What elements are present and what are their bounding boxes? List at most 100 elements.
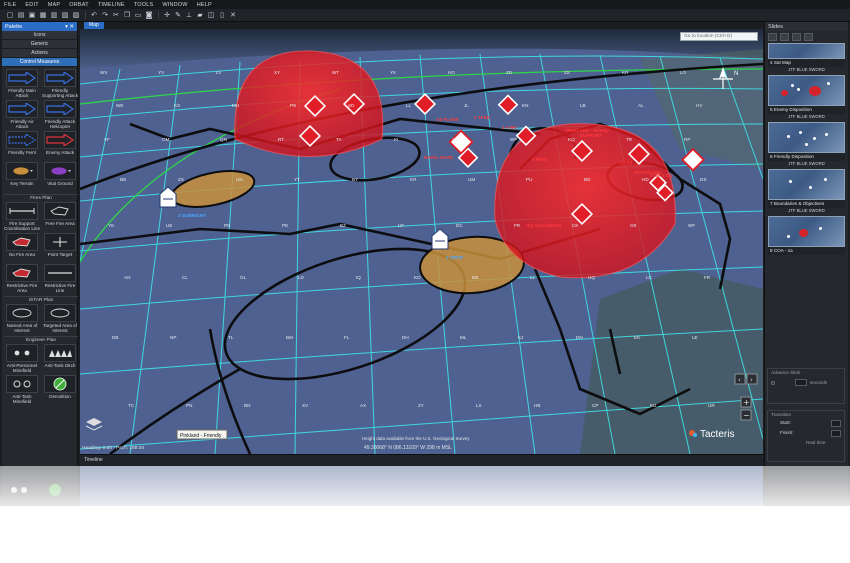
present-slide-button[interactable] <box>804 33 813 41</box>
duplicate-slide-button[interactable] <box>780 33 789 41</box>
map-tab[interactable]: Map <box>84 22 104 29</box>
grid-cell-label: LL <box>406 103 412 108</box>
menu-tools[interactable]: TOOLS <box>134 2 154 8</box>
print-icon[interactable]: ▥ <box>50 11 58 19</box>
unit-label[interactable]: AZ FLANK <box>436 117 460 122</box>
unit-label[interactable]: HQ SQUADRON <box>526 223 562 228</box>
grid-cell-label: AX <box>360 403 366 408</box>
menu-window[interactable]: WINDOW <box>162 2 187 8</box>
grid-cell-label: LD <box>298 275 305 280</box>
unit-label[interactable]: 1 TAKE <box>474 115 490 120</box>
grid-cell-label: LE <box>692 335 698 340</box>
slide-item[interactable]: 4 Sat Map JTF BLUE SWORD <box>768 43 845 73</box>
slide-item[interactable]: 7 Boundaries & Objectives JTF BLUE SWORD <box>768 169 845 214</box>
move-icon[interactable]: ✛ <box>163 11 171 19</box>
measure-icon[interactable]: ⟂ <box>185 11 193 19</box>
transition-group: Transition Start: Finish: Real time <box>767 410 845 462</box>
palette-item-label: Anti-Tank Ditch <box>44 363 76 368</box>
slide-toolbar <box>765 31 848 43</box>
timeline-tab[interactable]: Timeline <box>84 457 103 463</box>
section-engineer-plan: Engineer Plan <box>4 336 78 343</box>
palette-item-helicopter-attack[interactable]: Friendly Attack Helicopter <box>42 100 78 130</box>
palette-item-demolition[interactable]: Demolition <box>42 375 78 405</box>
grid-cell-label: LL <box>530 275 536 280</box>
slide-thumbnail <box>768 169 845 200</box>
capture-slide-button[interactable] <box>792 33 801 41</box>
palette-item-restrictive-fire-area[interactable]: Restrictive Fire Area <box>4 264 40 294</box>
unit-label[interactable]: NAVAL BASE <box>424 155 453 160</box>
palette-item-tai[interactable]: Targeted Area of Interest <box>42 304 78 334</box>
slide-number: 5 <box>770 107 773 112</box>
palette-item-label: Key Terrain <box>10 181 34 186</box>
palette-item-air-attack[interactable]: Friendly Air Attack <box>4 100 40 130</box>
slide-item[interactable]: 5 Enemy Disposition JTF BLUE SWORD <box>768 75 845 120</box>
camera-icon[interactable]: ◙ <box>145 11 153 19</box>
fullscreen-icon[interactable]: ▯ <box>218 11 226 19</box>
copy-icon[interactable]: ❐ <box>123 11 131 19</box>
realtime-option[interactable]: Real time <box>768 437 844 445</box>
unit-label[interactable]: 6 BRIG <box>532 157 548 162</box>
advance-radio[interactable] <box>771 380 775 385</box>
palette-item-restrictive-fire-line[interactable]: Restrictive Fire Line <box>42 264 78 294</box>
finish-label: Finish: <box>780 430 794 435</box>
palette-item-fscl[interactable]: Fire Support Coordination Line <box>4 202 40 232</box>
palette-item-free-fire-area[interactable]: Free Fire Area <box>42 202 78 232</box>
menu-edit[interactable]: EDIT <box>25 2 38 8</box>
menu-timeline[interactable]: TIMELINE <box>98 2 125 8</box>
unit-label[interactable]: 1-4 BN <box>502 125 517 130</box>
close-icon[interactable]: ✕ <box>229 11 237 19</box>
finish-input[interactable] <box>831 430 841 437</box>
palette-item-enemy-attack[interactable]: Enemy Attack <box>42 131 78 161</box>
add-slide-button[interactable] <box>768 33 777 41</box>
unit-label[interactable]: 13 PZ <box>620 160 632 165</box>
save-icon[interactable]: ▣ <box>28 11 36 19</box>
grid-cell-label: AL <box>638 103 644 108</box>
export-icon[interactable]: ▧ <box>61 11 69 19</box>
layer-icon[interactable]: ▰ <box>196 11 204 19</box>
zoom-icon[interactable]: ◫ <box>207 11 215 19</box>
menu-help[interactable]: HELP <box>197 2 212 8</box>
palette-item-nai[interactable]: Named Area of Interest <box>4 304 40 334</box>
cut-icon[interactable]: ✂ <box>112 11 120 19</box>
palette-item-supporting-attack[interactable]: Friendly Supporting Attack <box>42 69 78 99</box>
unit-label[interactable]: 3 SUBRIGHT <box>178 213 206 218</box>
save-as-icon[interactable]: ▦ <box>39 11 47 19</box>
palette-item-ap-minefield[interactable]: Anti-Personnel Minefield <box>4 344 40 374</box>
palette-item-feint[interactable]: Friendly Feint <box>4 131 40 161</box>
import-icon[interactable]: ▨ <box>72 11 80 19</box>
menu-orbat[interactable]: ORBAT <box>69 2 89 8</box>
grid-cell-label: XV <box>302 403 309 408</box>
menu-file[interactable]: FILE <box>4 2 16 8</box>
palette-tab-actions[interactable]: Actions <box>2 49 77 58</box>
map-canvas[interactable]: N WV YV LV XY WT YK HG ZD ZS KR LOWE KS MU PS SD LL JL KN… <box>80 29 763 454</box>
redo-icon[interactable]: ↷ <box>101 11 109 19</box>
palette-item-point-target[interactable]: Point Target <box>42 233 78 263</box>
unit-label[interactable]: 2 SWAP <box>446 255 463 260</box>
slide-caption: 8 COA - 1a <box>768 247 845 255</box>
palette-tab-control-measures[interactable]: Control Measures <box>2 58 77 67</box>
grid-cell-label: YV <box>158 70 165 75</box>
palette-tab-generic[interactable]: Generic <box>2 40 77 49</box>
palette-item-at-ditch[interactable]: Anti-Tank Ditch <box>42 344 78 374</box>
open-icon[interactable]: ▤ <box>17 11 25 19</box>
undo-icon[interactable]: ↶ <box>90 11 98 19</box>
slide-item[interactable]: 8 COA - 1a <box>768 216 845 255</box>
palette-pin-icon[interactable]: ▾ ✕ <box>65 24 74 30</box>
palette-item-vital-ground[interactable]: Vital Ground <box>42 162 78 192</box>
palette-item-main-attack[interactable]: Friendly Main Attack <box>4 69 40 99</box>
unit-label[interactable]: 3 OR 1 SQ <box>650 173 673 178</box>
slide-item[interactable]: 6 Friendly Disposition JTF BLUE SWORD <box>768 122 845 167</box>
palette-tab-icons[interactable]: Icons <box>2 31 77 40</box>
start-input[interactable] <box>831 420 841 427</box>
draw-icon[interactable]: ✎ <box>174 11 182 19</box>
seconds-input[interactable] <box>795 379 807 386</box>
menu-map[interactable]: MAP <box>48 2 61 8</box>
unit-label[interactable]: SUPPORT <box>580 133 602 138</box>
grid-cell-label: OM <box>162 137 170 142</box>
palette-item-key-terrain[interactable]: Key Terrain <box>4 162 40 192</box>
go-to-location-input[interactable]: Go to location (Ctrl+G) <box>680 32 758 41</box>
new-icon[interactable]: ▢ <box>6 11 14 19</box>
paste-icon[interactable]: ▭ <box>134 11 142 19</box>
palette-item-at-minefield[interactable]: Anti-Tank Minefield <box>4 375 40 405</box>
palette-item-no-fire-area[interactable]: No Fire Area <box>4 233 40 263</box>
